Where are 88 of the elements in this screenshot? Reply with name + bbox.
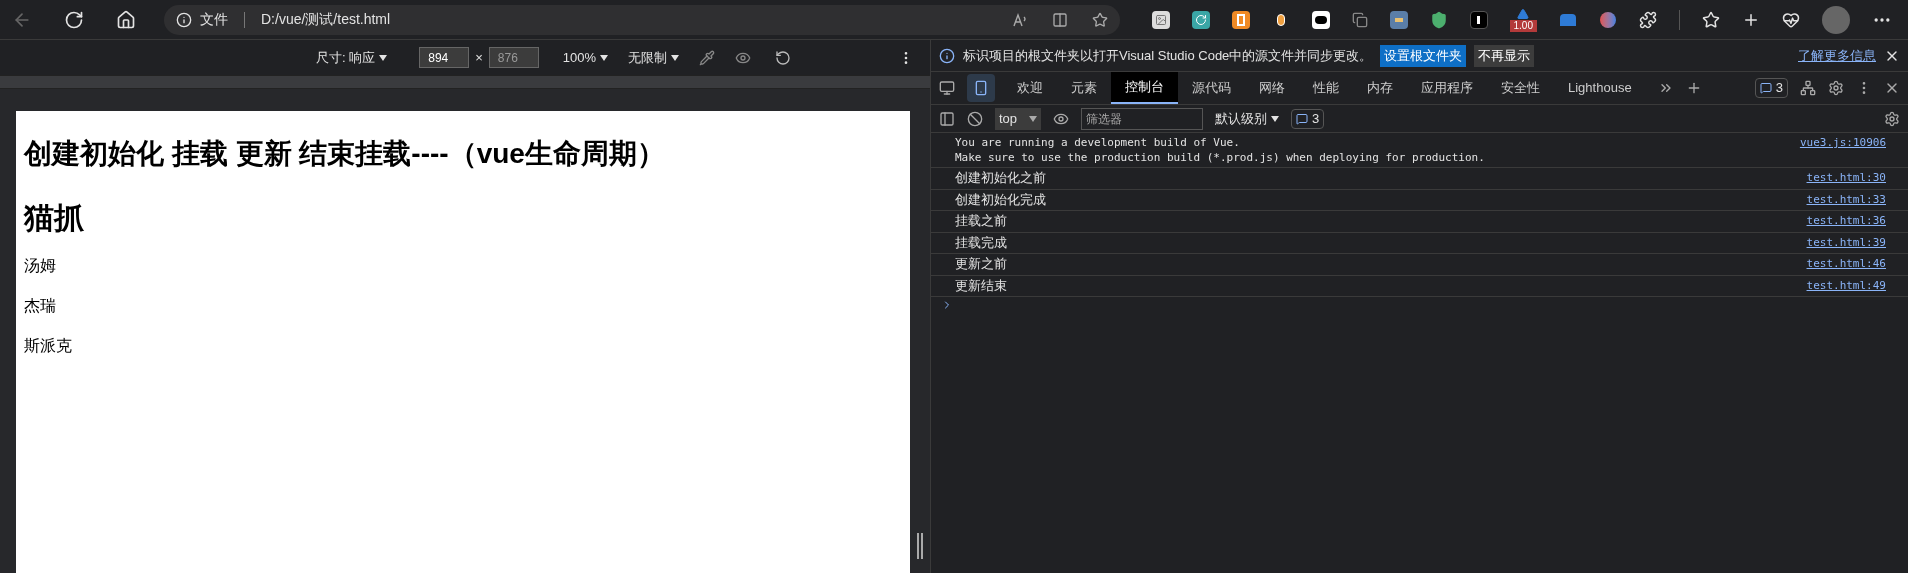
info-icon xyxy=(176,11,192,28)
extensions-icon[interactable] xyxy=(1639,10,1657,29)
eyedropper-icon[interactable] xyxy=(699,49,716,66)
message-count: 3 xyxy=(1312,109,1320,128)
devtools-tab[interactable]: 源代码 xyxy=(1178,72,1245,104)
devtools-tab[interactable]: 欢迎 xyxy=(1003,72,1057,104)
filter-field[interactable]: 筛选器 xyxy=(1081,107,1204,130)
console-message: 创建初始化完成 xyxy=(955,191,1047,208)
refresh-extension-icon[interactable] xyxy=(1191,10,1210,29)
source-link[interactable]: test.html:36 xyxy=(1806,213,1886,230)
letter-extension-icon[interactable] xyxy=(1469,10,1488,29)
split-view-icon[interactable] xyxy=(1051,11,1068,28)
source-link[interactable]: vue3.js:10906 xyxy=(1799,135,1886,152)
set-root-folder-button[interactable]: 设置根文件夹 xyxy=(1380,44,1467,67)
source-link[interactable]: test.html:30 xyxy=(1806,170,1886,187)
settings-icon[interactable] xyxy=(1884,110,1900,127)
resize-handle[interactable] xyxy=(917,533,923,559)
devtools-tab[interactable]: 控制台 xyxy=(1111,72,1178,104)
reload-icon[interactable] xyxy=(64,9,84,30)
favorite-icon[interactable] xyxy=(1091,11,1108,28)
console-message: 创建初始化之前 xyxy=(955,170,1047,186)
performance-icon[interactable] xyxy=(1782,10,1800,29)
devtools-tab[interactable]: 内存 xyxy=(1353,72,1407,104)
times-sign: × xyxy=(475,48,483,67)
console-message: Make sure to use the production build (*.prod.js) when deploying for production. xyxy=(955,150,1486,165)
infobar-message: 标识项目的根文件夹以打开Visual Studio Code中的源文件并同步更改。 xyxy=(963,46,1373,65)
sidebar-icon[interactable] xyxy=(939,110,955,127)
console-message: 更新之前 xyxy=(955,256,1008,272)
page-paragraph: 斯派克 xyxy=(24,336,73,356)
info-icon xyxy=(939,47,955,64)
console-message: 更新结束 xyxy=(955,277,1008,294)
level-dropdown[interactable]: 默认级别 xyxy=(1215,108,1280,129)
avatar[interactable] xyxy=(1822,5,1850,34)
devtools-tab[interactable]: 网络 xyxy=(1245,72,1299,104)
learn-more-link[interactable]: 了解更多信息 xyxy=(1798,45,1876,66)
caret-icon xyxy=(1029,115,1038,122)
page-subheading: 猫抓 xyxy=(24,200,85,236)
page-paragraph: 杰瑞 xyxy=(24,296,57,316)
rotate-icon[interactable] xyxy=(775,49,792,66)
image-icon[interactable] xyxy=(1151,10,1170,29)
source-link[interactable]: test.html:39 xyxy=(1806,234,1886,251)
discount-extension-icon[interactable] xyxy=(1231,10,1250,29)
source-link[interactable]: test.html:46 xyxy=(1806,256,1886,273)
context-dropdown[interactable]: top xyxy=(995,107,1042,130)
shield-icon[interactable] xyxy=(1429,10,1448,29)
connection-icon[interactable] xyxy=(1800,80,1816,96)
console-message: 挂载完成 xyxy=(955,234,1008,251)
dimensions-dropdown[interactable]: 尺寸: 响应 xyxy=(316,47,388,68)
throttle-dropdown[interactable]: 无限制 xyxy=(628,47,680,68)
phone-icon xyxy=(973,80,989,96)
devtools-tab[interactable]: 元素 xyxy=(1057,72,1111,104)
height-field[interactable]: 876 xyxy=(488,47,539,68)
dismiss-button[interactable]: 不再显示 xyxy=(1474,44,1535,67)
address-bar[interactable]: 文件 D:/vue/测试/test.html xyxy=(164,4,1120,35)
clear-icon[interactable] xyxy=(967,110,983,127)
extension-badge: 1.00 xyxy=(1509,19,1537,32)
pages-icon[interactable] xyxy=(1351,11,1368,28)
devtools-tab[interactable]: 应用程序 xyxy=(1407,72,1487,104)
console-message: You are running a development build of Vue. xyxy=(955,135,1241,150)
address-label: 文件 xyxy=(200,10,228,29)
note-icon[interactable] xyxy=(1389,10,1408,29)
url-text: D:/vue/测试/test.html xyxy=(261,10,391,29)
message-icon xyxy=(1296,112,1309,125)
caret-icon xyxy=(1271,116,1280,123)
message-counter[interactable]: 3 xyxy=(1291,108,1325,129)
page-paragraph: 汤姆 xyxy=(24,256,57,276)
issues-counter[interactable]: 3 xyxy=(1754,78,1788,98)
home-icon[interactable] xyxy=(116,9,136,30)
device-toggle[interactable] xyxy=(967,74,995,102)
settings-icon[interactable] xyxy=(1828,80,1844,96)
page-heading: 创建初始化 挂载 更新 结束挂载----（vue生命周期） xyxy=(24,137,666,171)
message-icon xyxy=(1759,82,1772,94)
read-aloud-icon[interactable] xyxy=(1011,11,1028,28)
caret-icon xyxy=(671,55,680,62)
caret-icon xyxy=(600,55,609,62)
zoom-dropdown[interactable]: 100% xyxy=(562,47,609,68)
devtools-tab[interactable]: 性能 xyxy=(1299,72,1353,104)
issues-count: 3 xyxy=(1775,79,1783,98)
devtools-tab[interactable]: Lighthouse xyxy=(1554,72,1646,104)
caret-icon xyxy=(379,55,388,62)
favorites-icon[interactable] xyxy=(1702,10,1720,29)
source-link[interactable]: test.html:49 xyxy=(1806,277,1886,294)
inspect-icon[interactable] xyxy=(939,80,955,96)
source-link[interactable]: test.html:33 xyxy=(1806,191,1886,208)
devtools-tab[interactable]: 安全性 xyxy=(1487,72,1554,104)
console-message: 挂载之前 xyxy=(955,213,1008,229)
context-label: top xyxy=(999,109,1018,128)
width-field[interactable]: 894 xyxy=(419,47,470,68)
